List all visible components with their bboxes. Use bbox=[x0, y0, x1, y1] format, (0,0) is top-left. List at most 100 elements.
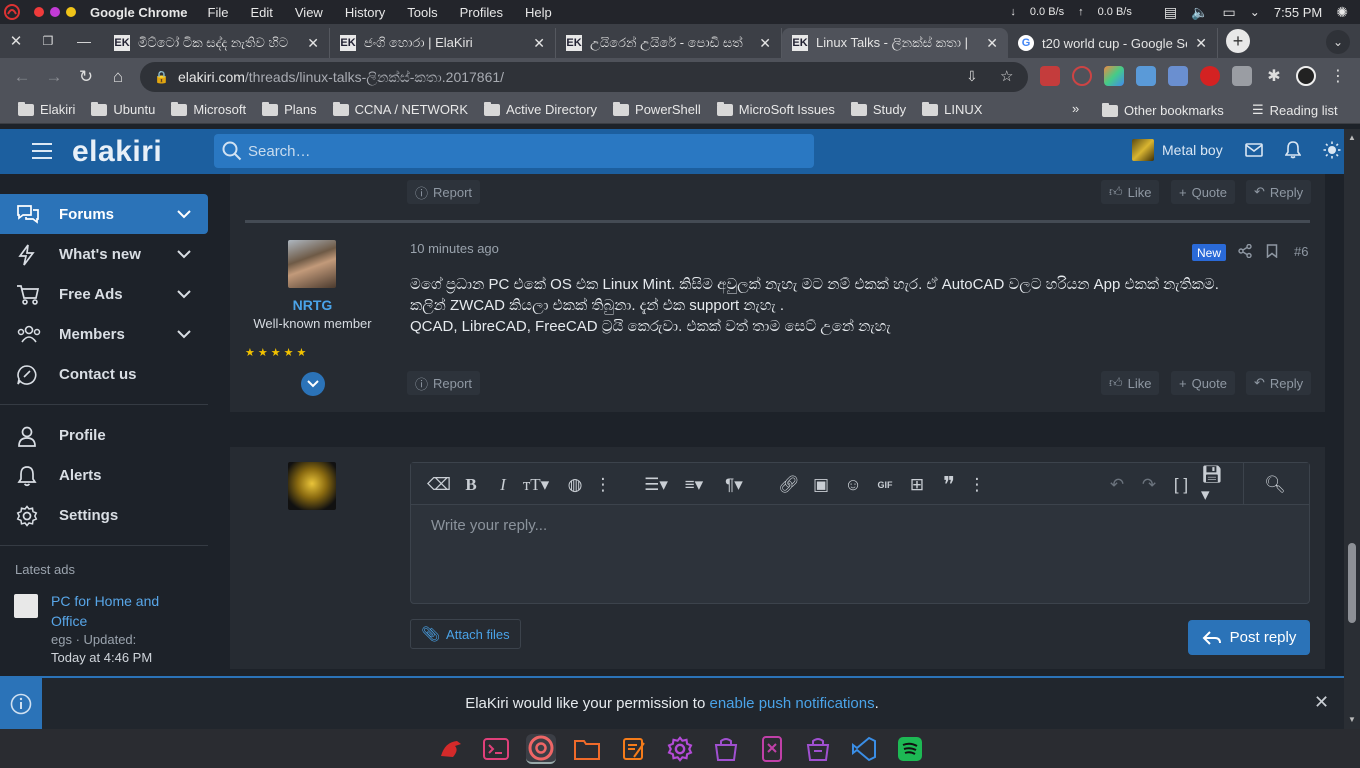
site-logo[interactable]: elakiri bbox=[72, 135, 162, 169]
report-button[interactable]: ⓘ Report bbox=[407, 180, 481, 204]
tab-close-icon[interactable]: ✕ bbox=[533, 35, 545, 52]
other-bookmarks[interactable]: Other bookmarks bbox=[1102, 102, 1224, 118]
reply-button[interactable]: ↶ Reply bbox=[1246, 371, 1312, 395]
window-close-dot[interactable] bbox=[34, 6, 44, 17]
home-icon[interactable]: ⌂ bbox=[102, 61, 134, 93]
chevron-down-icon[interactable] bbox=[176, 208, 192, 220]
bookmark-powershell[interactable]: PowerShell bbox=[613, 101, 701, 117]
preview-icon[interactable]: 🔍︎ bbox=[1264, 475, 1286, 495]
more-options-icon[interactable]: ⋮ bbox=[967, 475, 987, 495]
lock-icon[interactable]: 🔒 bbox=[154, 70, 169, 84]
profile-avatar[interactable] bbox=[1296, 66, 1316, 86]
eraser-icon[interactable]: ⌫ bbox=[427, 475, 451, 495]
palette-icon[interactable]: ◍ bbox=[565, 475, 585, 495]
enable-push-link[interactable]: enable push notifications bbox=[709, 695, 874, 712]
address-bar[interactable]: 🔒 elakiri.com/threads/linux-talks-ලිනක්ස… bbox=[140, 62, 1028, 92]
inbox-icon[interactable] bbox=[1244, 143, 1263, 157]
paragraph-icon[interactable]: ¶▾ bbox=[721, 475, 747, 495]
close-icon[interactable]: ✕ bbox=[1314, 692, 1329, 713]
chevron-down-icon[interactable]: ⌄ bbox=[1250, 5, 1260, 19]
store-bag-icon[interactable] bbox=[803, 734, 833, 764]
reload-icon[interactable]: ↻ bbox=[70, 61, 102, 93]
tab-close-icon[interactable]: ✕ bbox=[1195, 35, 1207, 52]
text-size-icon[interactable]: тT▾ bbox=[521, 475, 551, 495]
menu-history[interactable]: History bbox=[345, 5, 385, 20]
chevron-down-icon[interactable] bbox=[176, 248, 192, 260]
spotify-icon[interactable] bbox=[895, 734, 925, 764]
bookmark-star-icon[interactable]: ☆ bbox=[1000, 67, 1013, 85]
post-username[interactable]: NRTG bbox=[230, 297, 395, 313]
chrome-icon[interactable] bbox=[526, 734, 556, 764]
vscode-icon[interactable] bbox=[849, 734, 879, 764]
text-editor-icon[interactable] bbox=[619, 734, 649, 764]
italic-icon[interactable]: I bbox=[493, 475, 513, 495]
image-icon[interactable]: ▣ bbox=[811, 475, 831, 495]
tab-restore-icon[interactable]: ❐ bbox=[32, 34, 64, 48]
attach-files-button[interactable]: 📎︎ Attach files bbox=[410, 619, 521, 649]
quote-icon[interactable]: ❞ bbox=[939, 472, 959, 497]
chrome-menu-icon[interactable]: ⋮ bbox=[1328, 66, 1348, 86]
settings-gear-icon[interactable] bbox=[665, 734, 695, 764]
menu-tools[interactable]: Tools bbox=[407, 5, 437, 20]
bold-icon[interactable]: B bbox=[461, 475, 481, 495]
report-button[interactable]: ⓘ Report bbox=[407, 371, 481, 395]
align-icon[interactable]: ≡▾ bbox=[679, 475, 709, 495]
drafts-icon[interactable]: 💾︎▾ bbox=[1201, 465, 1231, 504]
dragon-app-icon[interactable] bbox=[436, 734, 466, 764]
bookmark-ccna[interactable]: CCNA / NETWORK bbox=[332, 101, 468, 117]
post-reply-button[interactable]: Post reply bbox=[1188, 620, 1310, 655]
install-app-icon[interactable]: ⇩ bbox=[966, 68, 978, 85]
bookmark-ubuntu[interactable]: Ubuntu bbox=[91, 101, 155, 117]
extension-badge-icon[interactable] bbox=[1168, 66, 1188, 86]
files-icon[interactable] bbox=[572, 734, 602, 764]
menu-view[interactable]: View bbox=[295, 5, 323, 20]
list-icon[interactable]: ☰▾ bbox=[641, 475, 671, 495]
avatar[interactable] bbox=[288, 462, 336, 510]
extension-robot-icon[interactable] bbox=[1232, 66, 1252, 86]
power-icon[interactable]: ✺ bbox=[1336, 4, 1348, 21]
os-logo-icon[interactable] bbox=[4, 4, 20, 20]
bell-icon[interactable] bbox=[1284, 141, 1301, 159]
post-timestamp[interactable]: 10 minutes ago bbox=[410, 241, 499, 256]
scroll-up-icon[interactable]: ▲ bbox=[1348, 133, 1356, 142]
theme-sun-icon[interactable] bbox=[1323, 141, 1341, 159]
reply-button[interactable]: ↶ Reply bbox=[1246, 180, 1312, 204]
undo-icon[interactable]: ↶ bbox=[1107, 475, 1127, 495]
site-search-input[interactable]: Search… bbox=[214, 134, 814, 168]
smiley-icon[interactable]: ☺ bbox=[843, 475, 863, 495]
bookmark-study[interactable]: Study bbox=[850, 101, 906, 117]
tab-close-icon[interactable]: ✕ bbox=[307, 35, 319, 52]
user-menu[interactable]: Metal boy bbox=[1132, 139, 1341, 161]
bbcode-toggle-icon[interactable]: [ ] bbox=[1171, 475, 1191, 495]
kdeconnect-icon[interactable] bbox=[757, 734, 787, 764]
sidebar-item-settings[interactable]: Settings bbox=[0, 495, 208, 535]
extension-block-icon[interactable] bbox=[1072, 66, 1092, 86]
tab-google-search[interactable]: G t20 world cup - Google Sear ✕ bbox=[1008, 28, 1218, 58]
share-icon[interactable] bbox=[1238, 244, 1252, 258]
tab-close-icon[interactable]: ✕ bbox=[986, 35, 998, 52]
post-number[interactable]: #6 bbox=[1294, 244, 1308, 259]
sidebar-item-members[interactable]: Members bbox=[0, 314, 208, 354]
sidebar-item-forums[interactable]: Forums bbox=[0, 194, 208, 234]
avatar[interactable] bbox=[288, 240, 336, 288]
like-button[interactable]: 👍︎ Like bbox=[1101, 371, 1160, 395]
back-icon[interactable]: ← bbox=[6, 61, 38, 93]
extensions-puzzle-icon[interactable]: ✱ bbox=[1264, 66, 1284, 86]
bookmarks-overflow-icon[interactable]: » bbox=[1072, 101, 1079, 116]
sidebar-item-free-ads[interactable]: Free Ads bbox=[0, 274, 208, 314]
bookmark-microsoft[interactable]: Microsoft bbox=[171, 101, 246, 117]
display-icon[interactable]: ▭ bbox=[1223, 4, 1236, 21]
quote-button[interactable]: + Quote bbox=[1171, 371, 1236, 395]
page-scrollbar[interactable]: ▲ ▼ bbox=[1344, 129, 1360, 729]
hamburger-menu-icon[interactable] bbox=[32, 142, 52, 160]
sidebar-item-alerts[interactable]: Alerts bbox=[0, 455, 208, 495]
scroll-down-icon[interactable]: ▼ bbox=[1348, 715, 1356, 724]
like-button[interactable]: 👍︎ Like bbox=[1101, 180, 1160, 204]
sidebar-item-contact-us[interactable]: Contact us bbox=[0, 354, 208, 394]
bookmark-active-directory[interactable]: Active Directory bbox=[484, 101, 597, 117]
sidebar-item-whats-new[interactable]: What's new bbox=[0, 234, 208, 274]
gif-icon[interactable]: GIF bbox=[875, 475, 895, 495]
extension-mail-icon[interactable] bbox=[1040, 66, 1060, 86]
terminal-icon[interactable] bbox=[481, 734, 511, 764]
tab-elakiri-3[interactable]: EK උයිරෙන් උයිරේ - පොඩි සත් ✕ bbox=[556, 28, 782, 58]
